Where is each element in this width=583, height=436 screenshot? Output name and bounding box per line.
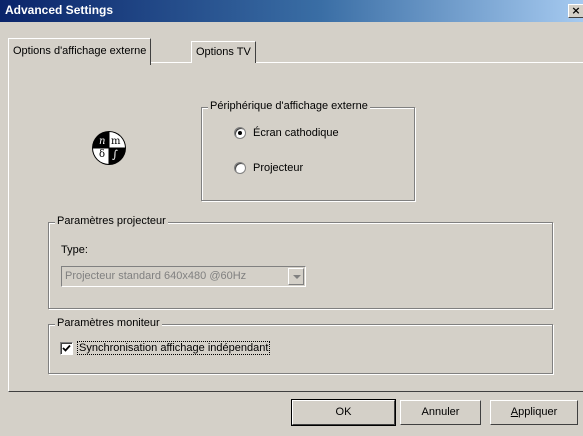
tab-options-tv[interactable]: Options TV	[191, 41, 256, 63]
radio-label: Projecteur	[253, 162, 304, 174]
type-label: Type:	[61, 244, 88, 256]
select-value: Projecteur standard 640x480 @60Hz	[65, 270, 247, 282]
projector-type-select[interactable]: Projecteur standard 640x480 @60Hz	[61, 266, 306, 287]
tab-label: Options d'affichage externe	[13, 45, 147, 57]
icon-glyph-m: m	[111, 136, 121, 147]
radio-button-selected[interactable]	[234, 127, 246, 139]
sync-checkbox-row[interactable]: Synchronisation affichage indépendant	[60, 341, 271, 355]
monitor-params-legend: Paramètres moniteur	[55, 317, 162, 329]
radio-label: Écran cathodique	[253, 127, 339, 139]
radio-button[interactable]	[234, 162, 246, 174]
radio-ecran-cathodique[interactable]: Écran cathodique	[234, 127, 339, 139]
chevron-down-icon[interactable]	[288, 268, 304, 285]
cancel-button[interactable]: Annuler	[400, 400, 481, 425]
sync-label: Synchronisation affichage indépendant	[77, 341, 271, 355]
projector-params-legend: Paramètres projecteur	[55, 215, 168, 227]
icon-glyph-integral: ∫	[112, 148, 118, 161]
radio-projecteur[interactable]: Projecteur	[234, 162, 303, 174]
window-title: Advanced Settings	[5, 3, 114, 17]
title-bar: Advanced Settings ×	[0, 0, 583, 22]
external-display-legend: Périphérique d'affichage externe	[208, 100, 370, 112]
external-display-group: Périphérique d'affichage externe	[201, 100, 415, 201]
tab-label: Options TV	[196, 46, 251, 58]
apply-button[interactable]: Appliquer	[490, 400, 578, 425]
icon-glyph-n: n	[99, 136, 106, 147]
display-math-icon: n m δ ∫	[91, 130, 127, 166]
close-button[interactable]: ×	[568, 4, 583, 18]
check-icon	[62, 344, 71, 352]
close-icon: ×	[571, 4, 581, 17]
ok-button[interactable]: OK	[291, 399, 396, 426]
icon-glyph-delta: δ	[99, 149, 106, 160]
tab-options-affichage-externe[interactable]: Options d'affichage externe	[8, 38, 152, 65]
sync-checkbox[interactable]	[60, 341, 73, 355]
